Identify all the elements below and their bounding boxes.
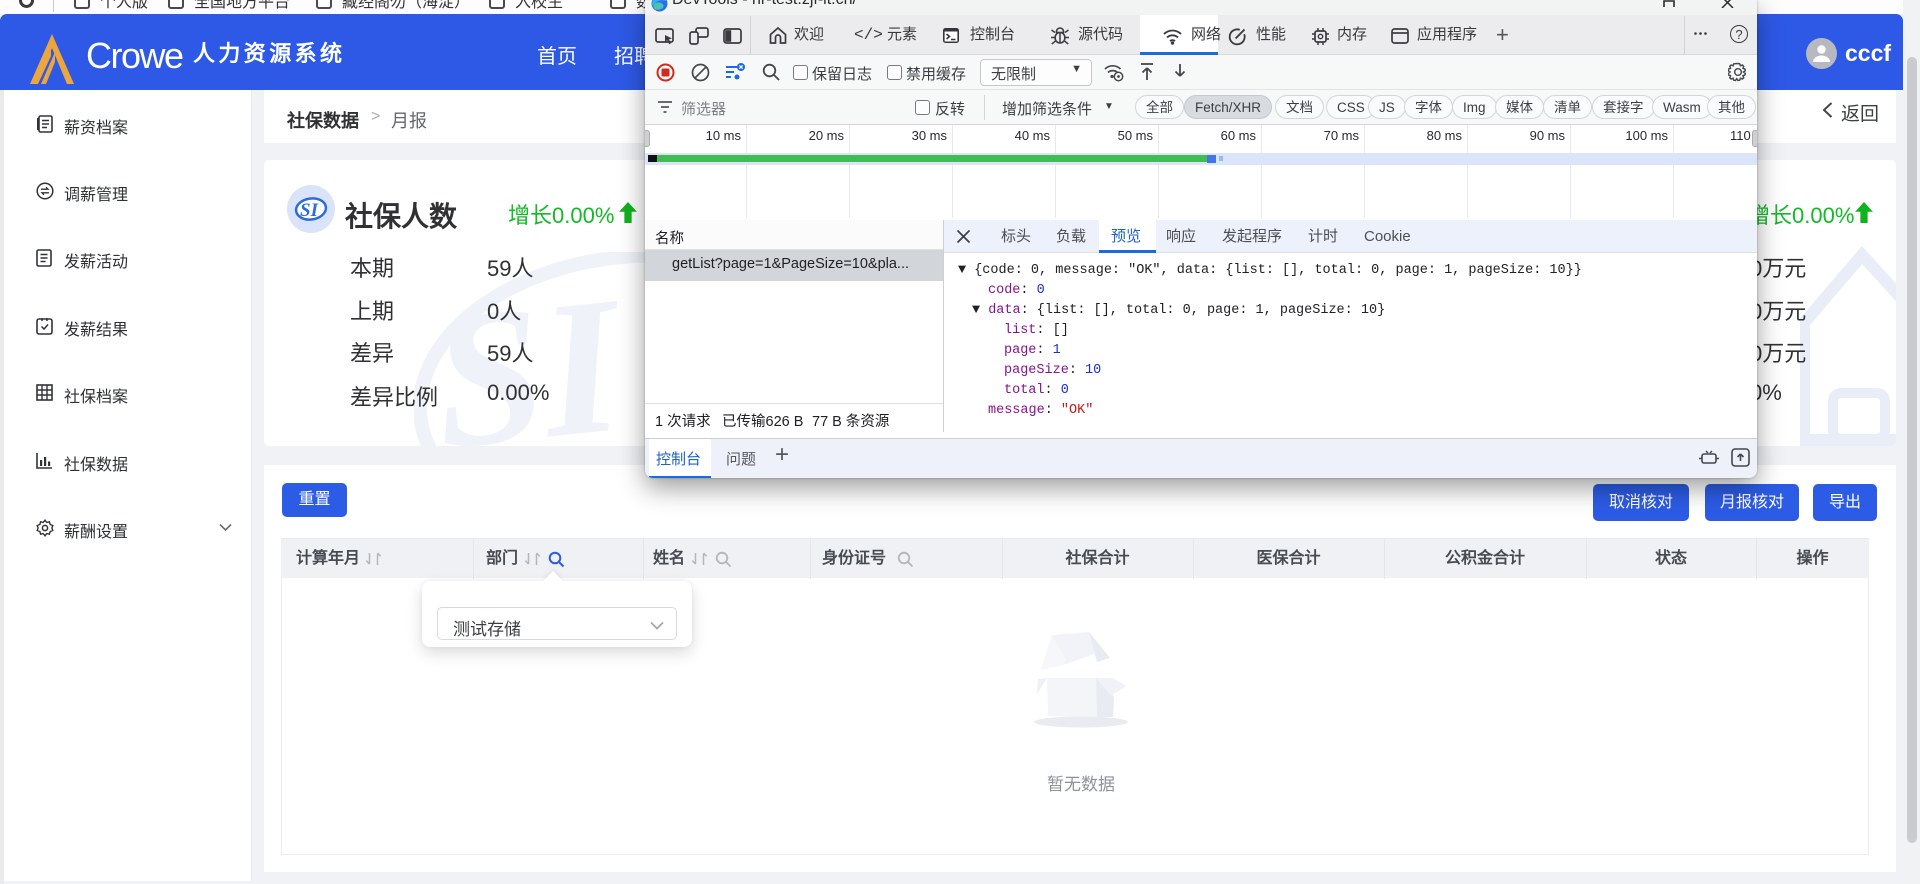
svg-text:SI: SI bbox=[300, 200, 319, 221]
